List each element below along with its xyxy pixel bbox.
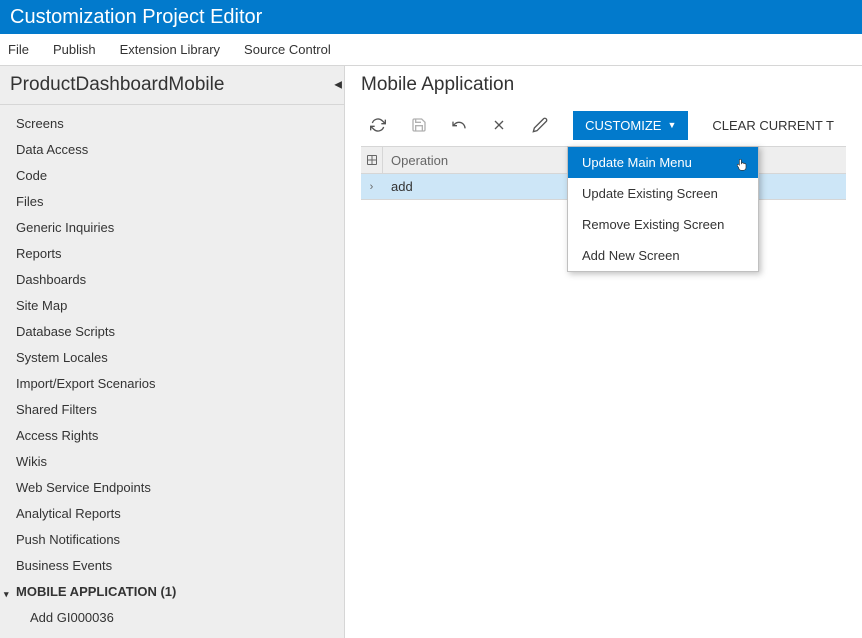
cursor-hand-icon — [734, 157, 750, 173]
page-title: Mobile Application — [345, 66, 862, 104]
undo-button[interactable] — [442, 110, 476, 140]
menu-publish[interactable]: Publish — [53, 42, 96, 57]
sidebar-item[interactable]: Code — [0, 163, 344, 189]
clear-label: CLEAR CURRENT T — [712, 118, 834, 133]
menu-file[interactable]: File — [8, 42, 29, 57]
sidebar: ProductDashboardMobile ◀ ScreensData Acc… — [0, 66, 345, 638]
sidebar-item[interactable]: Wikis — [0, 449, 344, 475]
sidebar-item[interactable]: Shared Filters — [0, 397, 344, 423]
sidebar-item[interactable]: Site Map — [0, 293, 344, 319]
row-operation-value: add — [383, 179, 421, 194]
clear-current-button[interactable]: CLEAR CURRENT T — [700, 111, 846, 140]
sidebar-list: ScreensData AccessCodeFilesGeneric Inqui… — [0, 105, 344, 638]
sidebar-title-bar: ProductDashboardMobile ◀ — [0, 66, 344, 105]
grid-header-operation[interactable]: Operation — [383, 153, 456, 168]
dropdown-add-new-screen[interactable]: Add New Screen — [568, 240, 758, 271]
undo-icon — [451, 117, 467, 133]
project-name: ProductDashboardMobile — [10, 74, 224, 95]
dropdown-update-main-menu[interactable]: Update Main Menu — [568, 147, 758, 178]
refresh-button[interactable] — [361, 110, 395, 140]
grid-selector-icon[interactable] — [361, 147, 383, 173]
sidebar-item[interactable]: User-Defined Fields — [0, 631, 344, 638]
app-title: Customization Project Editor — [10, 6, 262, 29]
save-icon — [411, 117, 427, 133]
sidebar-item[interactable]: Add GI000036 — [0, 605, 344, 631]
pencil-icon — [532, 117, 548, 133]
customize-dropdown: Update Main Menu Update Existing Screen … — [567, 146, 759, 272]
sidebar-item[interactable]: MOBILE APPLICATION (1) — [0, 579, 344, 605]
save-button[interactable] — [401, 110, 435, 140]
edit-button[interactable] — [523, 110, 557, 140]
main-panel: Mobile Application CUSTOMIZE ▼ CLE — [345, 66, 862, 638]
sidebar-item[interactable]: Dashboards — [0, 267, 344, 293]
sidebar-item[interactable]: Push Notifications — [0, 527, 344, 553]
dropdown-remove-existing-screen[interactable]: Remove Existing Screen — [568, 209, 758, 240]
sidebar-item[interactable]: Web Service Endpoints — [0, 475, 344, 501]
sidebar-item[interactable]: Access Rights — [0, 423, 344, 449]
sidebar-item[interactable]: Database Scripts — [0, 319, 344, 345]
refresh-icon — [370, 117, 386, 133]
menu-source-control[interactable]: Source Control — [244, 42, 331, 57]
dropdown-item-label: Add New Screen — [582, 248, 680, 263]
row-expand-icon[interactable]: › — [361, 181, 383, 193]
table-icon — [366, 154, 378, 166]
sidebar-item[interactable]: Generic Inquiries — [0, 215, 344, 241]
cancel-button[interactable] — [482, 110, 516, 140]
dropdown-item-label: Remove Existing Screen — [582, 217, 724, 232]
sidebar-item[interactable]: Files — [0, 189, 344, 215]
content: ProductDashboardMobile ◀ ScreensData Acc… — [0, 66, 862, 638]
dropdown-item-label: Update Existing Screen — [582, 186, 718, 201]
sidebar-item[interactable]: Data Access — [0, 137, 344, 163]
dropdown-update-existing-screen[interactable]: Update Existing Screen — [568, 178, 758, 209]
customize-label: CUSTOMIZE — [585, 118, 661, 133]
toolbar: CUSTOMIZE ▼ CLEAR CURRENT T — [345, 104, 862, 146]
sidebar-item[interactable]: Business Events — [0, 553, 344, 579]
sidebar-item[interactable]: Import/Export Scenarios — [0, 371, 344, 397]
menu-extension-library[interactable]: Extension Library — [120, 42, 220, 57]
sidebar-item[interactable]: System Locales — [0, 345, 344, 371]
sidebar-item[interactable]: Analytical Reports — [0, 501, 344, 527]
sidebar-item[interactable]: Screens — [0, 111, 344, 137]
app-header: Customization Project Editor — [0, 0, 862, 34]
close-icon — [491, 117, 507, 133]
chevron-down-icon: ▼ — [667, 120, 676, 130]
menubar: File Publish Extension Library Source Co… — [0, 34, 862, 66]
sidebar-item[interactable]: Reports — [0, 241, 344, 267]
collapse-sidebar-icon[interactable]: ◀ — [334, 80, 342, 91]
customize-button[interactable]: CUSTOMIZE ▼ — [573, 111, 688, 140]
dropdown-item-label: Update Main Menu — [582, 155, 692, 170]
